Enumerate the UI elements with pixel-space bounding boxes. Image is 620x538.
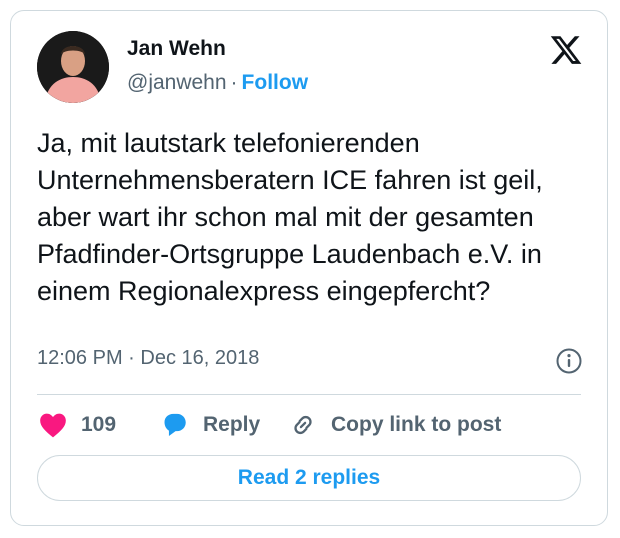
x-logo-icon[interactable] bbox=[549, 33, 583, 67]
tweet-card: Jan Wehn @janwehn · Follow Ja, mit lautsta… bbox=[10, 10, 608, 526]
divider bbox=[37, 394, 581, 395]
speech-bubble-icon bbox=[164, 413, 186, 436]
copy-link-label: Copy link to post bbox=[331, 413, 502, 436]
avatar[interactable] bbox=[37, 31, 109, 103]
author-name[interactable]: Jan Wehn bbox=[127, 37, 226, 61]
like-count: 109 bbox=[81, 413, 117, 436]
info-icon[interactable] bbox=[555, 347, 583, 375]
handle-row: @janwehn · Follow bbox=[127, 71, 308, 95]
timestamp[interactable]: 12:06 PM · Dec 16, 2018 bbox=[37, 347, 259, 370]
like-button[interactable]: 109 bbox=[39, 409, 116, 441]
reply-button[interactable]: Reply bbox=[161, 409, 260, 441]
link-icon bbox=[294, 415, 312, 435]
copy-link-button[interactable]: Copy link to post bbox=[289, 409, 501, 441]
read-replies-button[interactable]: Read 2 replies bbox=[37, 455, 581, 501]
reply-label: Reply bbox=[203, 413, 261, 436]
separator-dot: · bbox=[230, 71, 238, 94]
tweet-text: Ja, mit lautstark telefonierenden Untern… bbox=[37, 128, 543, 306]
author-handle[interactable]: @janwehn bbox=[127, 71, 227, 94]
heart-icon bbox=[40, 413, 66, 438]
follow-button[interactable]: Follow bbox=[242, 71, 309, 94]
